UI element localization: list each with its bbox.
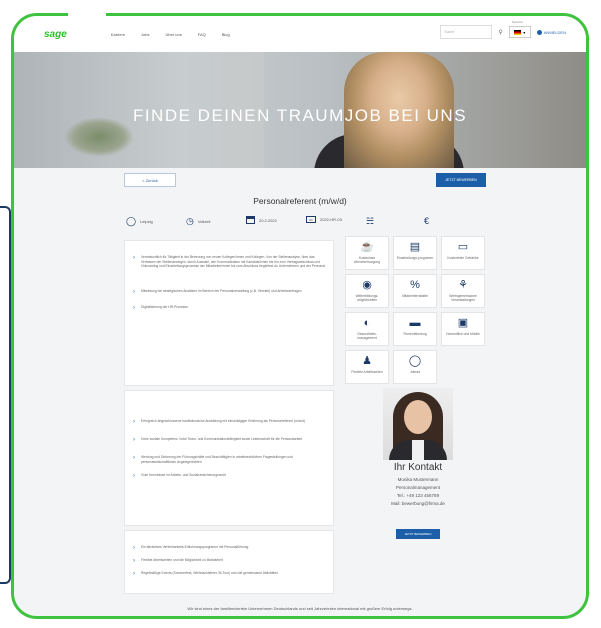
menu-item-jobs[interactable]: Jobs	[141, 32, 149, 37]
benefit-tile: ☕ Kostenlose Abendversorgung	[345, 236, 389, 270]
chevron-right-icon: ›	[133, 455, 135, 461]
job-location: ◯ Leipzig	[126, 216, 153, 227]
money-bag-icon: €	[424, 216, 430, 226]
benefit-tile: ♟ Flexible Arbeitszeiten	[345, 350, 389, 384]
hierarchy-meta: ☵	[366, 216, 374, 227]
back-button[interactable]: < Zurück	[124, 173, 176, 187]
menu-item-faq[interactable]: FAQ	[198, 32, 206, 37]
list-item: › Flexible Arbeitszeiten und die Möglich…	[133, 558, 223, 564]
job-date-text: 20.2.2022	[259, 217, 277, 223]
job-id-text: 2022-HR-03	[320, 217, 342, 222]
menu-item-karriere[interactable]: Karriere	[111, 32, 125, 37]
coffee-icon: ☕	[360, 241, 374, 253]
id-card-icon: ID	[306, 216, 316, 223]
job-type: ◷ Vollzeit	[186, 216, 211, 227]
benefit-tile: ▭ Kostenfreie Getränke	[441, 236, 485, 270]
menu-item-ueber-uns[interactable]: Über uns	[165, 32, 181, 37]
contact-phone[interactable]: Tel.: +49 123 456789	[344, 493, 492, 498]
gift-icon: ▤	[409, 241, 421, 253]
chevron-right-icon: ›	[133, 305, 135, 311]
qualifications-card: › Erfolgreich abgeschlossene kaufmännisc…	[124, 390, 334, 526]
bottle-icon: ▭	[457, 241, 469, 253]
hierarchy-icon: ☵	[366, 216, 375, 226]
chevron-right-icon: ›	[133, 571, 135, 577]
piggy-icon: ◐	[363, 317, 371, 329]
footer-text: Wir sind eines der familienvierteln Unte…	[187, 606, 413, 611]
percent-icon: %	[410, 279, 420, 291]
list-item: › Ein attraktives Vereinbarkeits-Entlohn…	[133, 545, 249, 551]
job-id: ID 2022-HR-03	[306, 216, 342, 223]
contact-name: Monika Mustermann	[397, 477, 439, 482]
list-item: › Hohe soziale Kompetenz, hohe Team- und…	[133, 437, 303, 443]
language-select[interactable]: Sprache ▾	[508, 20, 531, 38]
login-label: ANMELDEN	[543, 29, 566, 35]
location-pin-icon: ◯	[126, 216, 137, 226]
search-input[interactable]: Suche	[440, 25, 493, 39]
chevron-right-icon: ›	[133, 289, 135, 295]
benefit-tile: ◉ Weiterbildungs-möglichkeiten	[345, 274, 389, 308]
user-icon	[536, 29, 542, 35]
list-item: › Erfolgreich abgeschlossene kaufmännisc…	[133, 419, 306, 425]
list-item: › Digitalisierung der HR-Prozesse	[133, 305, 188, 311]
apply-button[interactable]: JETZT BEWERBEN	[436, 173, 486, 187]
list-item: › Gute Kenntnisse im Arbeits- und Sozial…	[133, 473, 227, 479]
side-bracket-decoration	[0, 206, 11, 584]
search-icon[interactable]: ⚲	[498, 29, 502, 36]
plant-icon: ⚘	[458, 279, 468, 291]
logo[interactable]: sage	[44, 29, 67, 40]
main-menu: Karriere Jobs Über uns FAQ Blog	[111, 32, 230, 37]
hero-banner: FINDE DEINEN TRAUMJOB BEI UNS	[14, 52, 586, 168]
chevron-right-icon: ›	[133, 473, 135, 479]
benefit-tile: ⚘ Wertsgemeinsame Veranstaltungen	[441, 274, 485, 308]
contact-photo-face	[404, 400, 432, 434]
job-title: Personalreferent (m/w/d)	[253, 196, 347, 206]
chevron-right-icon: ›	[133, 437, 135, 443]
contact-photo-blouse	[412, 440, 424, 460]
job-date: 20.2.2022	[246, 216, 277, 224]
contact-photo	[383, 388, 453, 460]
chevron-right-icon: ›	[133, 545, 135, 551]
browser-frame: sage Karriere Jobs Über uns FAQ Blog Suc…	[11, 13, 589, 619]
car-icon: ▬	[409, 317, 421, 329]
language-top-label: Sprache	[511, 20, 523, 24]
benefit-tile: ◯ Jobrad	[393, 350, 437, 384]
benefit-tile: ▤ Einarbeitungs-programm	[393, 236, 437, 270]
contact-email[interactable]: Mail: bewerbung@firma.de	[344, 501, 492, 506]
chevron-right-icon: ›	[133, 255, 135, 261]
frame-gap-decoration	[68, 10, 106, 18]
chevron-right-icon: ›	[133, 419, 135, 425]
offers-card: › Ein attraktives Vereinbarkeits-Entlohn…	[124, 530, 334, 594]
german-flag-icon	[514, 29, 522, 35]
benefit-tile: % Mitarbeiterrabatte	[393, 274, 437, 308]
people-icon: ♟	[362, 355, 372, 367]
job-location-text: Leipzig	[140, 219, 153, 224]
chevron-right-icon: ›	[133, 558, 135, 564]
contact-department: Personalmanagement	[395, 485, 441, 490]
bike-icon: ◯	[408, 355, 422, 367]
badge-icon: ◉	[362, 279, 372, 291]
menu-item-blog[interactable]: Blog	[222, 32, 230, 37]
laptop-icon: ▣	[457, 317, 469, 329]
hero-title: FINDE DEINEN TRAUMJOB BEI UNS	[132, 106, 468, 125]
list-item: › Mitwirkung bei strategischen Ansätzen …	[133, 289, 302, 295]
top-navbar: sage Karriere Jobs Über uns FAQ Blog Suc…	[14, 16, 586, 52]
list-item: › Regelmäßige Events (Sommerfest, Weihna…	[133, 571, 279, 577]
clock-icon: ◷	[186, 216, 194, 226]
contact-heading: Ihr Kontakt	[393, 462, 443, 473]
list-item: › Wertung und Sicherung der Führungskräf…	[133, 455, 293, 464]
benefit-tile: ▣ Homeoffice und Mobile	[441, 312, 485, 346]
nav-right: Suche ⚲ Sprache ▾ ANMELDEN	[440, 20, 566, 39]
calendar-icon	[246, 216, 255, 224]
benefit-tile: ◐ Gesundheits-management	[345, 312, 389, 346]
login-link[interactable]: ANMELDEN	[536, 29, 566, 35]
apply-button-secondary[interactable]: JETZT BEWERBEN	[396, 529, 440, 539]
benefit-tile: ▬ Firmenfahrzeug	[393, 312, 437, 346]
tasks-card: › Verantwortlich für Tätigkeit in der Be…	[124, 240, 334, 386]
salary-meta: €	[424, 216, 429, 226]
chevron-down-icon: ▾	[523, 29, 526, 35]
job-type-text: Vollzeit	[197, 219, 211, 224]
list-item: › Verantwortlich für Tätigkeit in der Be…	[133, 255, 326, 269]
